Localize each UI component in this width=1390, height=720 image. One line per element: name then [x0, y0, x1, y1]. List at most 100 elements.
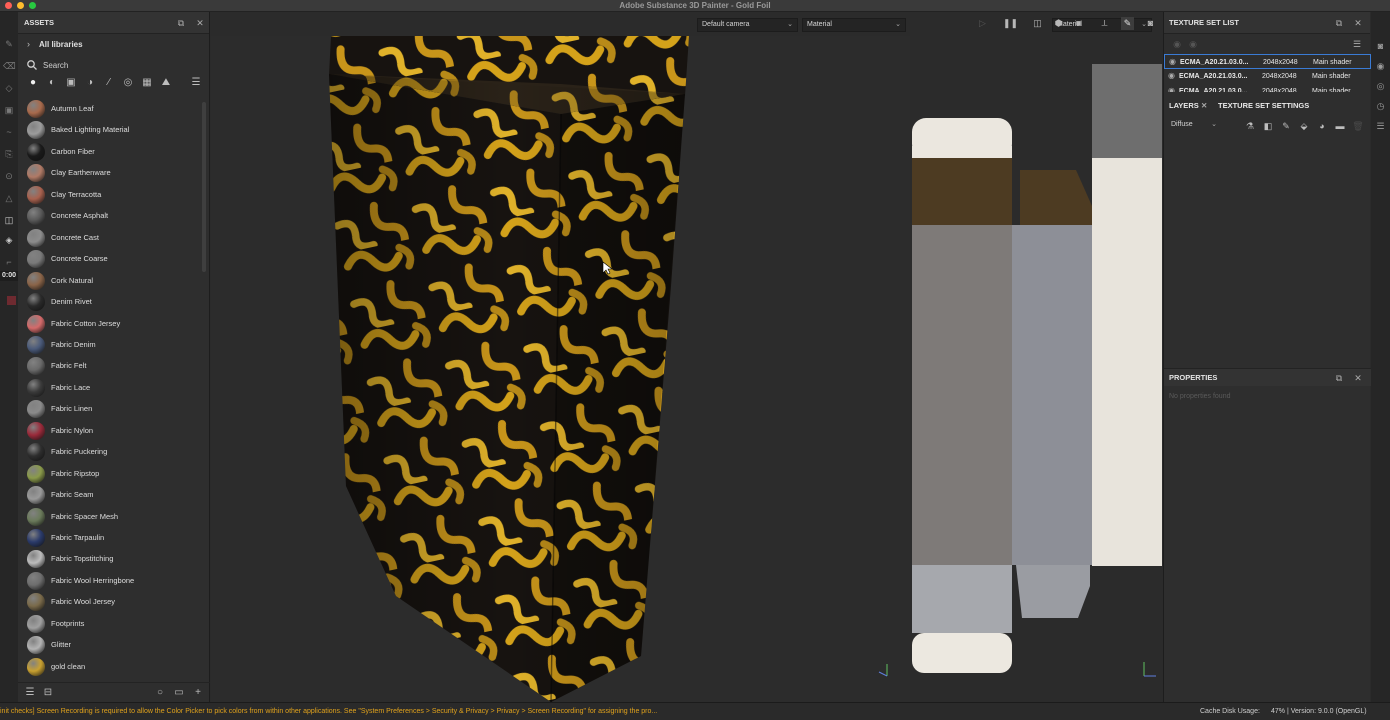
- channel-dropdown[interactable]: Diffuse ⌄: [1167, 119, 1221, 133]
- split-view-icon[interactable]: ◫: [1031, 17, 1044, 30]
- tab-layers[interactable]: LAYERS: [1169, 99, 1199, 113]
- list-item[interactable]: Fabric Nylon: [18, 420, 198, 441]
- undock-icon[interactable]: ⧉: [176, 17, 186, 29]
- material-list-scrollbar[interactable]: [202, 102, 206, 272]
- material-picker-icon[interactable]: ⊙: [3, 170, 15, 182]
- paint-mode-icon[interactable]: ✎: [1121, 17, 1134, 30]
- display-settings-icon[interactable]: ◎: [1374, 80, 1387, 93]
- add-mask-icon[interactable]: ◧: [1262, 120, 1274, 132]
- list-item[interactable]: Concrete Coarse: [18, 248, 198, 269]
- add-paint-layer-icon[interactable]: ✎: [1280, 120, 1292, 132]
- list-item[interactable]: Fabric Denim: [18, 334, 198, 355]
- smudge-icon[interactable]: ~: [3, 126, 15, 138]
- delete-layer-icon[interactable]: 🗑: [1352, 120, 1364, 132]
- list-item[interactable]: Fabric Linen: [18, 398, 198, 419]
- clone-icon[interactable]: ⎘: [3, 148, 15, 160]
- visibility-icon[interactable]: ◉: [1168, 71, 1175, 80]
- list-item[interactable]: Clay Earthenware: [18, 162, 198, 183]
- list-item[interactable]: gold clean: [18, 656, 198, 677]
- bake-icon[interactable]: ◫: [3, 214, 15, 226]
- tree-view-icon[interactable]: ⊟: [42, 687, 54, 699]
- close-icon[interactable]: ✕: [1201, 99, 1207, 113]
- smart-material-icon[interactable]: ◐: [45, 76, 59, 90]
- viewport-toolbar: Default camera ⌄ Material ⌄ Material ⌄ ▷…: [211, 12, 1162, 36]
- list-item[interactable]: Fabric Wool Jersey: [18, 591, 198, 612]
- record-stop-button[interactable]: [7, 296, 16, 305]
- polygon-fill-icon[interactable]: △: [3, 192, 15, 204]
- alpha-icon[interactable]: ◑: [83, 76, 97, 90]
- undock-icon[interactable]: ⧉: [1334, 17, 1344, 29]
- search-input[interactable]: [43, 58, 193, 72]
- list-item[interactable]: Carbon Fiber: [18, 141, 198, 162]
- list-item[interactable]: Fabric Tarpaulin: [18, 527, 198, 548]
- eraser-icon[interactable]: ⌫: [3, 60, 16, 72]
- folder-icon[interactable]: ▭: [173, 687, 185, 699]
- camera-dropdown[interactable]: Default camera ⌄: [697, 18, 798, 32]
- display-mode-dropdown[interactable]: Material ⌄: [802, 18, 906, 32]
- library-selector[interactable]: › All libraries: [18, 34, 210, 56]
- menu-icon[interactable]: ☰: [1352, 38, 1362, 50]
- list-item[interactable]: Fabric Puckering: [18, 441, 198, 462]
- environment-icon[interactable]: ⛰: [159, 76, 173, 90]
- list-item[interactable]: Fabric Seam: [18, 484, 198, 505]
- list-item[interactable]: Footprints: [18, 613, 198, 634]
- symmetry-icon[interactable]: ⟂: [1098, 17, 1111, 30]
- particle-icon[interactable]: ◎: [121, 76, 135, 90]
- close-icon[interactable]: ✕: [1353, 17, 1363, 29]
- grid-view-icon[interactable]: ▦: [140, 76, 154, 90]
- texture-set-row[interactable]: ◉ ECMA_A20.21.03.0... 2048x2048 Main shader: [1164, 69, 1371, 84]
- list-item[interactable]: Fabric Felt: [18, 355, 198, 376]
- list-item[interactable]: Glitter: [18, 634, 198, 655]
- lock-icon[interactable]: ◉: [1188, 38, 1198, 50]
- 3d-viewport[interactable]: [211, 36, 910, 702]
- close-icon[interactable]: ✕: [195, 17, 205, 29]
- pause-icon[interactable]: ❚❚: [1003, 17, 1018, 30]
- list-item[interactable]: Autumn Leaf: [18, 98, 198, 119]
- tab-texture-set-settings[interactable]: TEXTURE SET SETTINGS: [1218, 99, 1309, 113]
- log-icon[interactable]: ☰: [1374, 120, 1387, 133]
- list-item[interactable]: Concrete Cast: [18, 227, 198, 248]
- measure-icon[interactable]: ⌐: [3, 256, 15, 268]
- visibility-icon[interactable]: ◉: [1168, 86, 1175, 92]
- material-ball-icon[interactable]: ●: [26, 76, 40, 90]
- visibility-icon[interactable]: ◉: [1169, 57, 1176, 66]
- list-item[interactable]: Baked Lighting Material: [18, 119, 198, 140]
- color-picker-icon[interactable]: ◈: [3, 234, 15, 246]
- layers-icon[interactable]: ◉: [1374, 60, 1387, 73]
- undock-icon[interactable]: ⧉: [1334, 372, 1344, 384]
- geometry-fill-icon[interactable]: ▣: [3, 104, 15, 116]
- history-icon[interactable]: ◷: [1374, 100, 1387, 113]
- 2d-uv-viewport[interactable]: [912, 36, 1162, 682]
- list-item[interactable]: Denim Rivet: [18, 291, 198, 312]
- texture-set-row[interactable]: ◉ ECMA_A20.21.03.0... 2048x2048 Main shader: [1164, 54, 1371, 69]
- add-icon[interactable]: +: [192, 687, 204, 699]
- brush-icon[interactable]: ⁄: [102, 76, 116, 90]
- paint-brush-icon[interactable]: ✎: [3, 38, 15, 50]
- list-item[interactable]: Fabric Cotton Jersey: [18, 313, 198, 334]
- texture-set-row[interactable]: ◉ ECMA_A20.21.03.0... 2048x2048 Main shader: [1164, 84, 1371, 92]
- refresh-icon[interactable]: ○: [154, 687, 166, 699]
- add-fill-layer-icon[interactable]: ⬙: [1298, 120, 1310, 132]
- add-effect-icon[interactable]: ⚗: [1244, 120, 1256, 132]
- list-item[interactable]: Fabric Topstitching: [18, 548, 198, 569]
- play-icon[interactable]: ▷: [976, 17, 989, 30]
- screenshot-icon[interactable]: ◙: [1144, 17, 1157, 30]
- list-view-icon[interactable]: ☰: [189, 76, 203, 90]
- list-item[interactable]: Clay Terracotta: [18, 184, 198, 205]
- list-item[interactable]: Fabric Spacer Mesh: [18, 506, 198, 527]
- list-item[interactable]: Cork Natural: [18, 270, 198, 291]
- projection-icon[interactable]: ◇: [3, 82, 15, 94]
- visibility-icon[interactable]: ◉: [1172, 38, 1182, 50]
- list-item[interactable]: Fabric Ripstop: [18, 463, 198, 484]
- list-view-icon[interactable]: ☰: [24, 687, 36, 699]
- camera-icon[interactable]: ■: [1072, 17, 1085, 30]
- list-item[interactable]: Fabric Wool Herringbone: [18, 570, 198, 591]
- render-icon[interactable]: ⬢: [1052, 17, 1065, 30]
- texture-set-list-icon[interactable]: ◙: [1374, 40, 1387, 53]
- close-icon[interactable]: ✕: [1353, 372, 1363, 384]
- add-folder-icon[interactable]: ▬: [1334, 120, 1346, 132]
- texture-icon[interactable]: ▣: [64, 76, 78, 90]
- list-item[interactable]: Fabric Lace: [18, 377, 198, 398]
- list-item[interactable]: Concrete Asphalt: [18, 205, 198, 226]
- add-smart-material-icon[interactable]: ◕: [1316, 120, 1328, 132]
